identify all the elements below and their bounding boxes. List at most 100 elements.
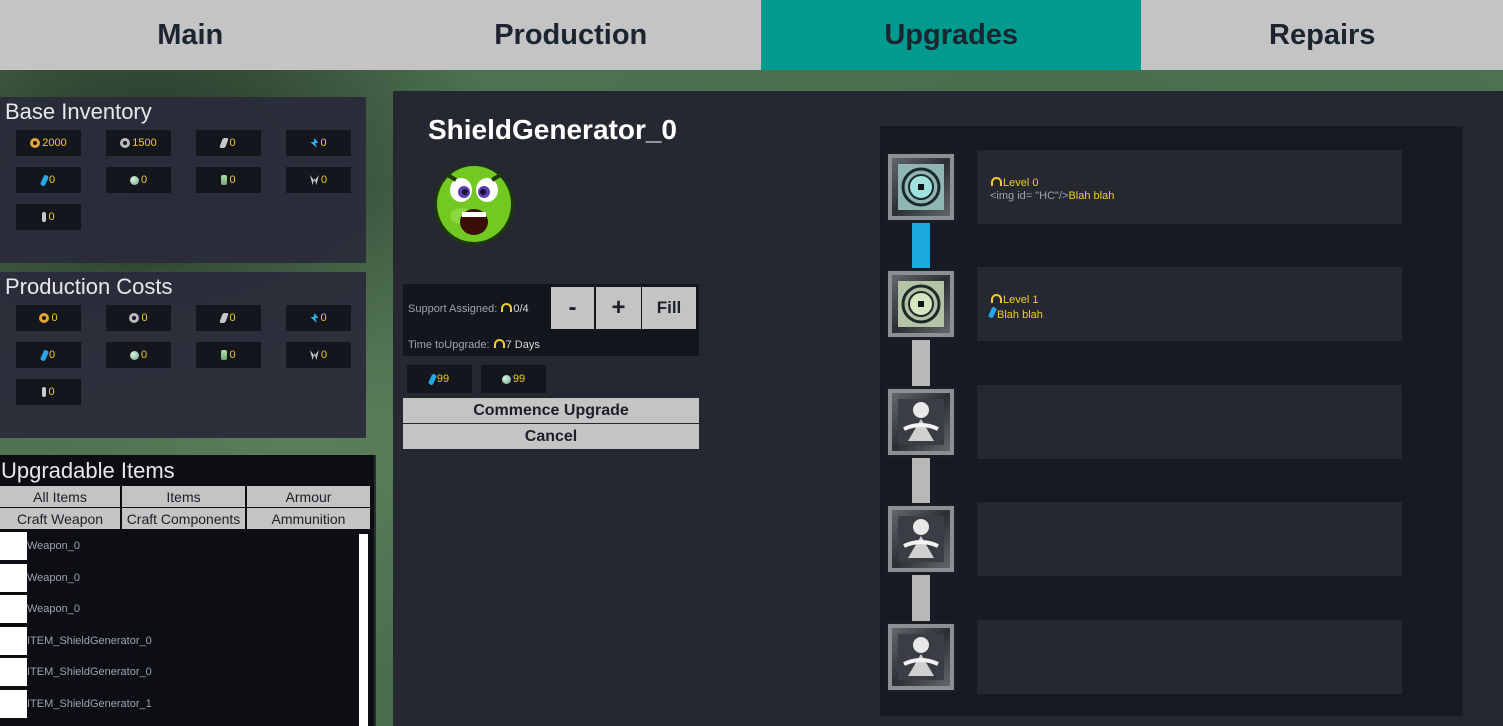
resource-slot: 0 <box>16 305 81 331</box>
upgradable-items-title: Upgradable Items <box>1 458 175 483</box>
vial-icon <box>987 306 998 319</box>
resource-slot: 0 <box>196 167 261 193</box>
level-description: <img id= "HC"/>Blah blah <box>990 190 1114 202</box>
resource-slot: 0 <box>196 305 261 331</box>
item-label: ITEM_ShieldGenerator_1 <box>27 698 152 710</box>
filter-craft-weapon-button[interactable]: Craft Weapon <box>0 508 120 529</box>
level-desc-text: Blah blah <box>997 309 1043 321</box>
upgrade-cost-value: 99 <box>512 373 526 385</box>
increase-support-button[interactable]: + <box>596 287 641 329</box>
level-desc-text: Blah blah <box>1068 190 1115 202</box>
decrease-support-button[interactable]: - <box>551 287 594 329</box>
list-item[interactable]: Weapon_0 <box>0 532 358 560</box>
claw-icon <box>309 175 319 185</box>
time-to-upgrade-label: Time toUpgrade: 7 Days <box>408 339 540 351</box>
feather-icon <box>42 387 47 397</box>
list-item[interactable]: ITEM_ShieldGenerator_0 <box>0 627 358 655</box>
fill-support-button[interactable]: Fill <box>642 287 696 329</box>
resource-value: 0 <box>48 211 55 223</box>
feather-icon <box>42 212 47 222</box>
resource-value: 0 <box>229 312 236 324</box>
level-node[interactable] <box>885 268 957 340</box>
list-item[interactable]: Weapon_0 <box>0 595 358 623</box>
list-item[interactable]: Weapon_0 <box>0 564 358 592</box>
level-connector-active <box>912 222 930 270</box>
level-card <box>977 502 1402 576</box>
tab-production[interactable]: Production <box>380 0 761 70</box>
resource-slot: 0 <box>16 379 81 405</box>
resource-value: 0 <box>229 137 236 149</box>
filter-all-items-button[interactable]: All Items <box>0 486 120 507</box>
level-node[interactable] <box>885 151 957 223</box>
hands-icon <box>501 303 513 312</box>
level-card <box>977 620 1402 694</box>
orb-icon <box>129 350 139 360</box>
tab-main[interactable]: Main <box>0 0 381 70</box>
item-thumbnail <box>0 658 27 686</box>
hands-icon <box>493 339 505 348</box>
item-label: Weapon_0 <box>27 540 81 552</box>
bottle-icon <box>221 350 228 360</box>
lightning-icon <box>310 138 319 148</box>
filter-craft-components-button[interactable]: Craft Components <box>122 508 245 529</box>
item-thumbnail <box>0 595 27 623</box>
locked-figure-icon <box>898 516 944 562</box>
gear-icon <box>30 138 41 148</box>
commence-upgrade-button[interactable]: Commence Upgrade <box>403 398 699 423</box>
orb-icon <box>129 175 139 185</box>
time-to-upgrade-value: 7 Days <box>505 339 540 351</box>
resource-value: 0 <box>229 349 236 361</box>
list-item[interactable]: ITEM_ShieldGenerator_0 <box>0 658 358 686</box>
cancel-button[interactable]: Cancel <box>403 424 699 449</box>
support-box: Support Assigned: 0/4 - + Fill Time toUp… <box>403 284 699 356</box>
item-thumbnail <box>0 532 27 560</box>
item-label: Weapon_0 <box>27 603 81 615</box>
bottle-icon <box>221 175 228 185</box>
tab-upgrades[interactable]: Upgrades <box>760 0 1142 70</box>
item-label: Weapon_0 <box>27 572 81 584</box>
tab-repairs[interactable]: Repairs <box>1141 0 1503 70</box>
resource-value: 1500 <box>132 137 157 149</box>
resource-value: 0 <box>141 312 148 324</box>
level-node[interactable] <box>885 503 957 575</box>
shield-eye-icon <box>898 281 944 327</box>
resource-slot: 2000 <box>16 130 81 156</box>
item-thumbnail <box>0 564 27 592</box>
resource-slot: 0 <box>16 342 81 368</box>
level-title-text: Level 1 <box>1003 294 1039 306</box>
level-node[interactable] <box>885 621 957 693</box>
level-connector-locked <box>912 574 930 622</box>
level-title-text: Level 0 <box>1003 177 1039 189</box>
filter-ammunition-button[interactable]: Ammunition <box>247 508 370 529</box>
resource-value: 0 <box>51 312 58 324</box>
filter-items-button[interactable]: Items <box>122 486 245 507</box>
item-thumbnail <box>0 627 27 655</box>
resource-slot: 0 <box>286 167 351 193</box>
level-card <box>977 385 1402 459</box>
level-node[interactable] <box>885 386 957 458</box>
resource-value: 0 <box>320 349 328 361</box>
vial-icon <box>39 173 50 187</box>
upgrade-cost-value: 99 <box>436 373 450 385</box>
vial-icon <box>39 348 50 362</box>
level-title: Level 1 <box>990 294 1038 306</box>
cog-icon <box>120 138 131 148</box>
level-card: Level 1 Blah blah <box>977 267 1402 341</box>
support-assigned-value: 0/4 <box>513 303 529 315</box>
items-scrollbar[interactable] <box>359 534 368 726</box>
time-to-upgrade-text: Time toUpgrade: <box>408 339 490 351</box>
filter-armour-button[interactable]: Armour <box>247 486 370 507</box>
resource-slot: 0 <box>106 167 171 193</box>
list-item[interactable]: ITEM_ShieldGenerator_1 <box>0 690 358 718</box>
resource-value: 0 <box>320 174 328 186</box>
level-description: Blah blah <box>987 306 1043 321</box>
locked-figure-icon <box>898 399 944 445</box>
item-thumbnail <box>0 690 27 718</box>
support-assigned-label: Support Assigned: 0/4 <box>408 303 529 315</box>
level-card: Level 0 <img id= "HC"/>Blah blah <box>977 150 1402 224</box>
production-costs-title: Production Costs <box>5 274 173 299</box>
upgrade-cost-slot: 99 <box>481 365 546 393</box>
resource-slot: 1500 <box>106 130 171 156</box>
resource-slot: 0 <box>106 342 171 368</box>
resource-slot: 0 <box>16 204 81 230</box>
